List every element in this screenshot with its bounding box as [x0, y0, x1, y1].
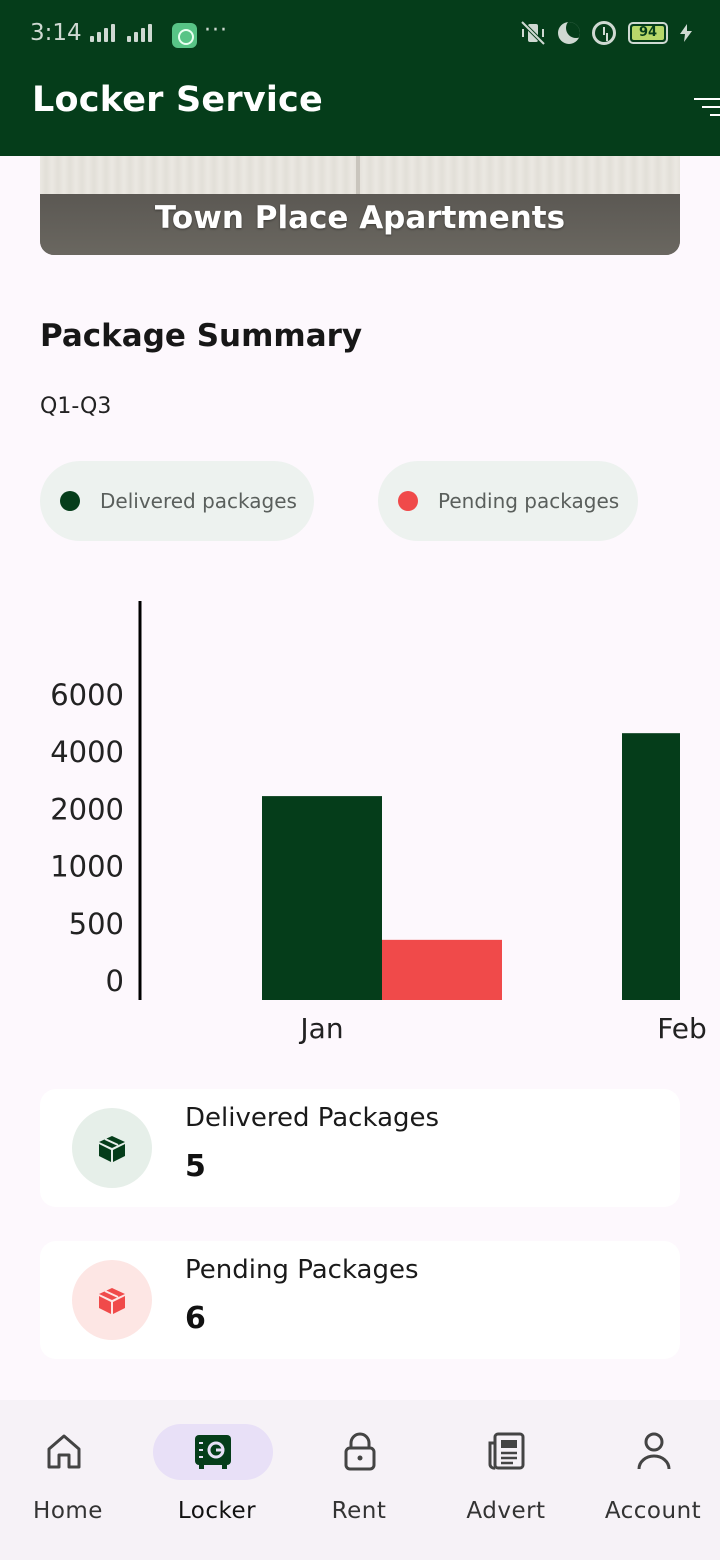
- package-icon: [99, 1136, 125, 1162]
- lock-icon: [344, 1432, 376, 1471]
- card-title: Delivered Packages: [185, 1103, 440, 1133]
- alarm-icon: [592, 21, 616, 45]
- bar-pending-jan: [382, 939, 502, 1000]
- legend-dot-pending: [398, 491, 418, 511]
- signal-icon: [90, 24, 160, 42]
- x-tick-label: Jan: [298, 1012, 343, 1045]
- legend-dot-delivered: [60, 491, 80, 511]
- status-right: 94: [520, 20, 692, 46]
- vibrate-off-icon: [520, 20, 546, 46]
- screen: 3:14 ··· 94 Locker Service Town Place Ap…: [0, 0, 720, 1560]
- y-tick-label: 1000: [50, 850, 124, 884]
- delivered-icon-badge: [72, 1108, 152, 1188]
- legend-pending[interactable]: Pending packages: [378, 461, 638, 541]
- legend-label: Pending packages: [438, 489, 620, 513]
- do-not-disturb-icon: [558, 22, 580, 44]
- package-icon: [99, 1288, 125, 1314]
- status-time: 3:14: [30, 20, 82, 46]
- battery-level: 94: [632, 26, 664, 40]
- more-notifications-icon: ···: [204, 18, 228, 43]
- nav-label: Locker: [177, 1498, 257, 1524]
- nav-label: Rent: [331, 1498, 387, 1524]
- bar-delivered-jan: [262, 796, 382, 1000]
- nav-account[interactable]: Account: [581, 1400, 720, 1560]
- period-label: Q1-Q3: [40, 394, 112, 419]
- section-title: Package Summary: [40, 318, 363, 354]
- page-title: Locker Service: [32, 80, 323, 120]
- nav-label: Account: [604, 1498, 702, 1524]
- legend-delivered[interactable]: Delivered packages: [40, 461, 314, 541]
- pending-packages-card[interactable]: Pending Packages 6: [40, 1241, 680, 1359]
- charging-icon: [680, 24, 692, 42]
- app-header: 3:14 ··· 94 Locker Service: [0, 0, 720, 156]
- card-title: Pending Packages: [185, 1255, 419, 1285]
- locker-icon: [195, 1435, 231, 1469]
- battery-icon: 94: [628, 22, 668, 44]
- x-tick-label: Feb: [657, 1012, 707, 1045]
- y-tick-label: 2000: [50, 792, 124, 826]
- y-tick-label: 0: [106, 964, 124, 998]
- y-tick-label: 500: [69, 907, 124, 941]
- nav-label: Advert: [466, 1498, 546, 1524]
- bar-chart: 0 500 1000 2000 4000 6000 Jan Feb: [50, 601, 707, 1045]
- notification-app-icon: [172, 23, 197, 48]
- bar-delivered-feb: [622, 733, 680, 1000]
- person-icon: [637, 1432, 671, 1470]
- property-name: Town Place Apartments: [154, 200, 566, 236]
- nav-locker[interactable]: Locker: [145, 1400, 289, 1560]
- pending-icon-badge: [72, 1260, 152, 1340]
- filter-menu-icon[interactable]: [694, 94, 720, 120]
- card-value: 5: [185, 1149, 206, 1184]
- status-bar: 3:14 ··· 94: [0, 0, 720, 72]
- y-tick-label: 6000: [50, 678, 124, 712]
- bottom-navigation: Home Locker Rent Advert Account: [0, 1400, 720, 1560]
- nav-rent[interactable]: Rent: [287, 1400, 431, 1560]
- newspaper-icon: [488, 1432, 525, 1470]
- nav-label: Home: [33, 1498, 103, 1524]
- nav-advert[interactable]: Advert: [434, 1400, 578, 1560]
- delivered-packages-card[interactable]: Delivered Packages 5: [40, 1089, 680, 1207]
- y-tick-label: 4000: [50, 735, 124, 769]
- home-icon: [47, 1434, 81, 1469]
- card-value: 6: [185, 1301, 206, 1336]
- nav-home[interactable]: Home: [0, 1400, 140, 1560]
- legend-label: Delivered packages: [100, 489, 297, 513]
